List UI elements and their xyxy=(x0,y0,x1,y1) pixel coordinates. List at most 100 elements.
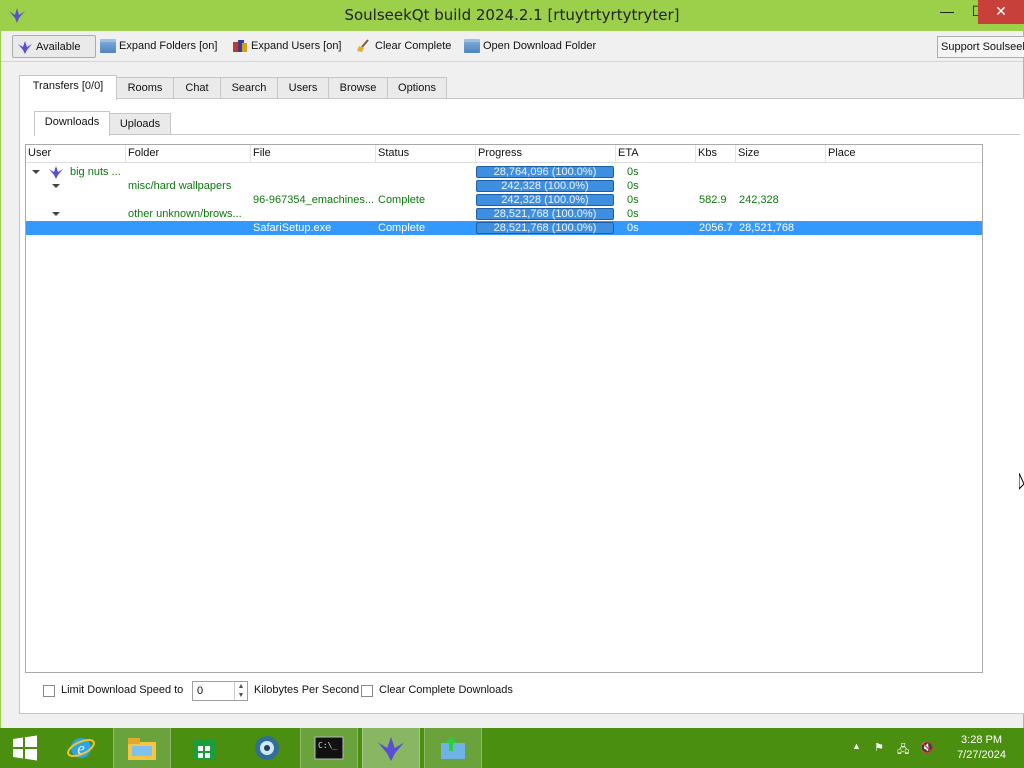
clock[interactable]: 3:28 PM 7/27/2024 xyxy=(957,733,1006,763)
cell-status: Complete xyxy=(378,222,426,234)
globe-app-icon xyxy=(255,736,279,760)
column-header-folder[interactable]: Folder xyxy=(126,145,251,162)
clear-complete-button[interactable]: Clear Complete xyxy=(356,35,451,57)
taskbar-file-explorer[interactable] xyxy=(113,728,171,768)
downloads-tree[interactable]: User Folder File Status Progress ETA Kbs… xyxy=(25,144,983,673)
cell-eta: 0s xyxy=(627,194,639,206)
tab-rooms[interactable]: Rooms xyxy=(116,77,174,98)
mouse-cursor-icon xyxy=(1019,473,1024,490)
spin-up-icon[interactable]: ▲ xyxy=(234,682,247,691)
column-header-user[interactable]: User xyxy=(26,145,126,162)
folder-icon xyxy=(464,39,480,53)
volume-muted-icon[interactable]: 🔇 xyxy=(920,741,934,754)
windows-logo-icon xyxy=(13,735,37,761)
taskbar: e C:\_ ▲ ⚑ 🖧 🔇 3:28 PM 7/27/2024 xyxy=(0,728,1024,768)
client-area: Available Expand Folders [on] Expand Use… xyxy=(1,31,1024,728)
column-header-size[interactable]: Size xyxy=(736,145,826,162)
cell-eta: 0s xyxy=(627,208,639,220)
expand-users-button[interactable]: Expand Users [on] xyxy=(232,35,342,57)
close-button[interactable]: ✕ xyxy=(978,0,1024,24)
folder-sync-icon xyxy=(441,737,465,759)
cell-file: SafariSetup.exe xyxy=(253,222,332,234)
clear-complete-downloads-label: Clear Complete Downloads xyxy=(379,684,513,696)
soulseek-bird-icon xyxy=(377,736,405,762)
progress-bar: 28,764,096 (100.0%) xyxy=(476,166,614,178)
table-row[interactable]: other unknown/brows... 28,521,768 (100.0… xyxy=(26,207,982,221)
tab-downloads[interactable]: Downloads xyxy=(34,111,110,136)
download-options-bar: Limit Download Speed to 0 ▲ ▼ Kilobytes … xyxy=(25,681,985,703)
taskbar-internet-explorer[interactable]: e xyxy=(52,728,110,768)
minimize-button[interactable]: — xyxy=(932,0,962,24)
table-row[interactable]: misc/hard wallpapers 242,328 (100.0%) 0s xyxy=(26,179,982,193)
toolbar: Available Expand Folders [on] Expand Use… xyxy=(1,31,1024,62)
cell-kbs: 582.9 xyxy=(699,194,727,206)
taskbar-store[interactable] xyxy=(175,728,233,768)
cell-eta: 0s xyxy=(627,222,639,234)
speed-unit-label: Kilobytes Per Second xyxy=(254,684,360,696)
clock-time: 3:28 PM xyxy=(961,734,1003,746)
table-row-selected[interactable]: SafariSetup.exe Complete 28,521,768 (100… xyxy=(26,221,982,235)
cell-eta: 0s xyxy=(627,180,639,192)
clear-complete-downloads-checkbox[interactable] xyxy=(361,685,373,697)
collapse-arrow-icon[interactable] xyxy=(52,212,60,216)
title-bar[interactable]: SoulseekQt build 2024.2.1 [rtuytrtyrtytr… xyxy=(0,0,1024,31)
user-bird-icon xyxy=(49,166,63,179)
tab-options[interactable]: Options xyxy=(387,77,447,98)
progress-bar: 242,328 (100.0%) xyxy=(476,194,614,206)
cell-size: 242,328 xyxy=(739,194,779,206)
column-header-place[interactable]: Place xyxy=(826,145,982,162)
window-title: SoulseekQt build 2024.2.1 [rtuytrtyrtytr… xyxy=(344,6,680,24)
cell-size: 28,521,768 xyxy=(739,222,795,234)
cell-folder: other unknown/brows... xyxy=(128,208,242,220)
expand-folders-button[interactable]: Expand Folders [on] xyxy=(100,35,217,57)
soulseek-bird-icon xyxy=(18,40,32,54)
expand-arrow-icon[interactable] xyxy=(32,170,40,174)
store-icon xyxy=(193,740,215,760)
open-download-folder-button[interactable]: Open Download Folder xyxy=(464,35,596,57)
action-center-flag-icon[interactable]: ⚑ xyxy=(874,741,884,754)
table-row[interactable]: 96-967354_emachines... Complete 242,328 … xyxy=(26,184,982,207)
column-header-kbs[interactable]: Kbs xyxy=(696,145,736,162)
tab-users[interactable]: Users xyxy=(277,77,329,98)
taskbar-command-prompt[interactable]: C:\_ xyxy=(300,728,358,768)
support-soulseek-button[interactable]: Support Soulseek xyxy=(937,36,1024,58)
tab-search[interactable]: Search xyxy=(220,77,278,98)
column-header-progress[interactable]: Progress xyxy=(476,145,616,162)
show-hidden-icons-icon[interactable]: ▲ xyxy=(852,741,861,751)
available-button[interactable]: Available xyxy=(12,35,96,58)
app-window: SoulseekQt build 2024.2.1 [rtuytrtyrtytr… xyxy=(0,0,1024,728)
clear-complete-label: Clear Complete xyxy=(375,40,452,52)
cell-user: big nuts ... xyxy=(70,166,121,178)
column-header-status[interactable]: Status xyxy=(376,145,476,162)
clock-date: 7/27/2024 xyxy=(957,749,1006,761)
column-header-eta[interactable]: ETA xyxy=(616,145,696,162)
expand-users-label: Expand Users [on] xyxy=(251,40,342,52)
column-header-file[interactable]: File xyxy=(251,145,376,162)
open-download-folder-label: Open Download Folder xyxy=(483,40,597,52)
speed-limit-spinbox[interactable]: 0 ▲ ▼ xyxy=(192,681,248,701)
network-icon[interactable]: 🖧 xyxy=(897,741,909,760)
available-label: Available xyxy=(36,40,81,53)
progress-bar: 28,521,768 (100.0%) xyxy=(476,208,614,220)
tab-browse[interactable]: Browse xyxy=(328,77,388,98)
cell-kbs: 2056.7 xyxy=(699,222,733,234)
spin-down-icon[interactable]: ▼ xyxy=(234,691,247,700)
broom-icon xyxy=(357,39,369,52)
limit-speed-checkbox[interactable] xyxy=(43,685,55,697)
taskbar-app-globe[interactable] xyxy=(238,728,296,768)
speed-limit-value: 0 xyxy=(197,685,204,697)
tab-uploads[interactable]: Uploads xyxy=(109,113,171,134)
cell-eta: 0s xyxy=(627,166,639,178)
progress-bar: 28,521,768 (100.0%) xyxy=(476,222,614,234)
command-prompt-icon: C:\_ xyxy=(314,736,344,760)
collapse-arrow-icon[interactable] xyxy=(52,184,60,188)
folder-icon xyxy=(100,39,116,53)
tree-header: User Folder File Status Progress ETA Kbs… xyxy=(26,145,982,163)
tab-transfers[interactable]: Transfers [0/0] xyxy=(19,75,117,100)
taskbar-soulseek[interactable] xyxy=(362,728,420,768)
taskbar-file-transfer[interactable] xyxy=(424,728,482,768)
start-button[interactable] xyxy=(0,728,50,768)
table-row[interactable]: big nuts ... 28,764,096 (100.0%) 0s xyxy=(26,165,982,179)
tab-chat[interactable]: Chat xyxy=(173,77,221,98)
expand-folders-label: Expand Folders [on] xyxy=(119,40,218,52)
